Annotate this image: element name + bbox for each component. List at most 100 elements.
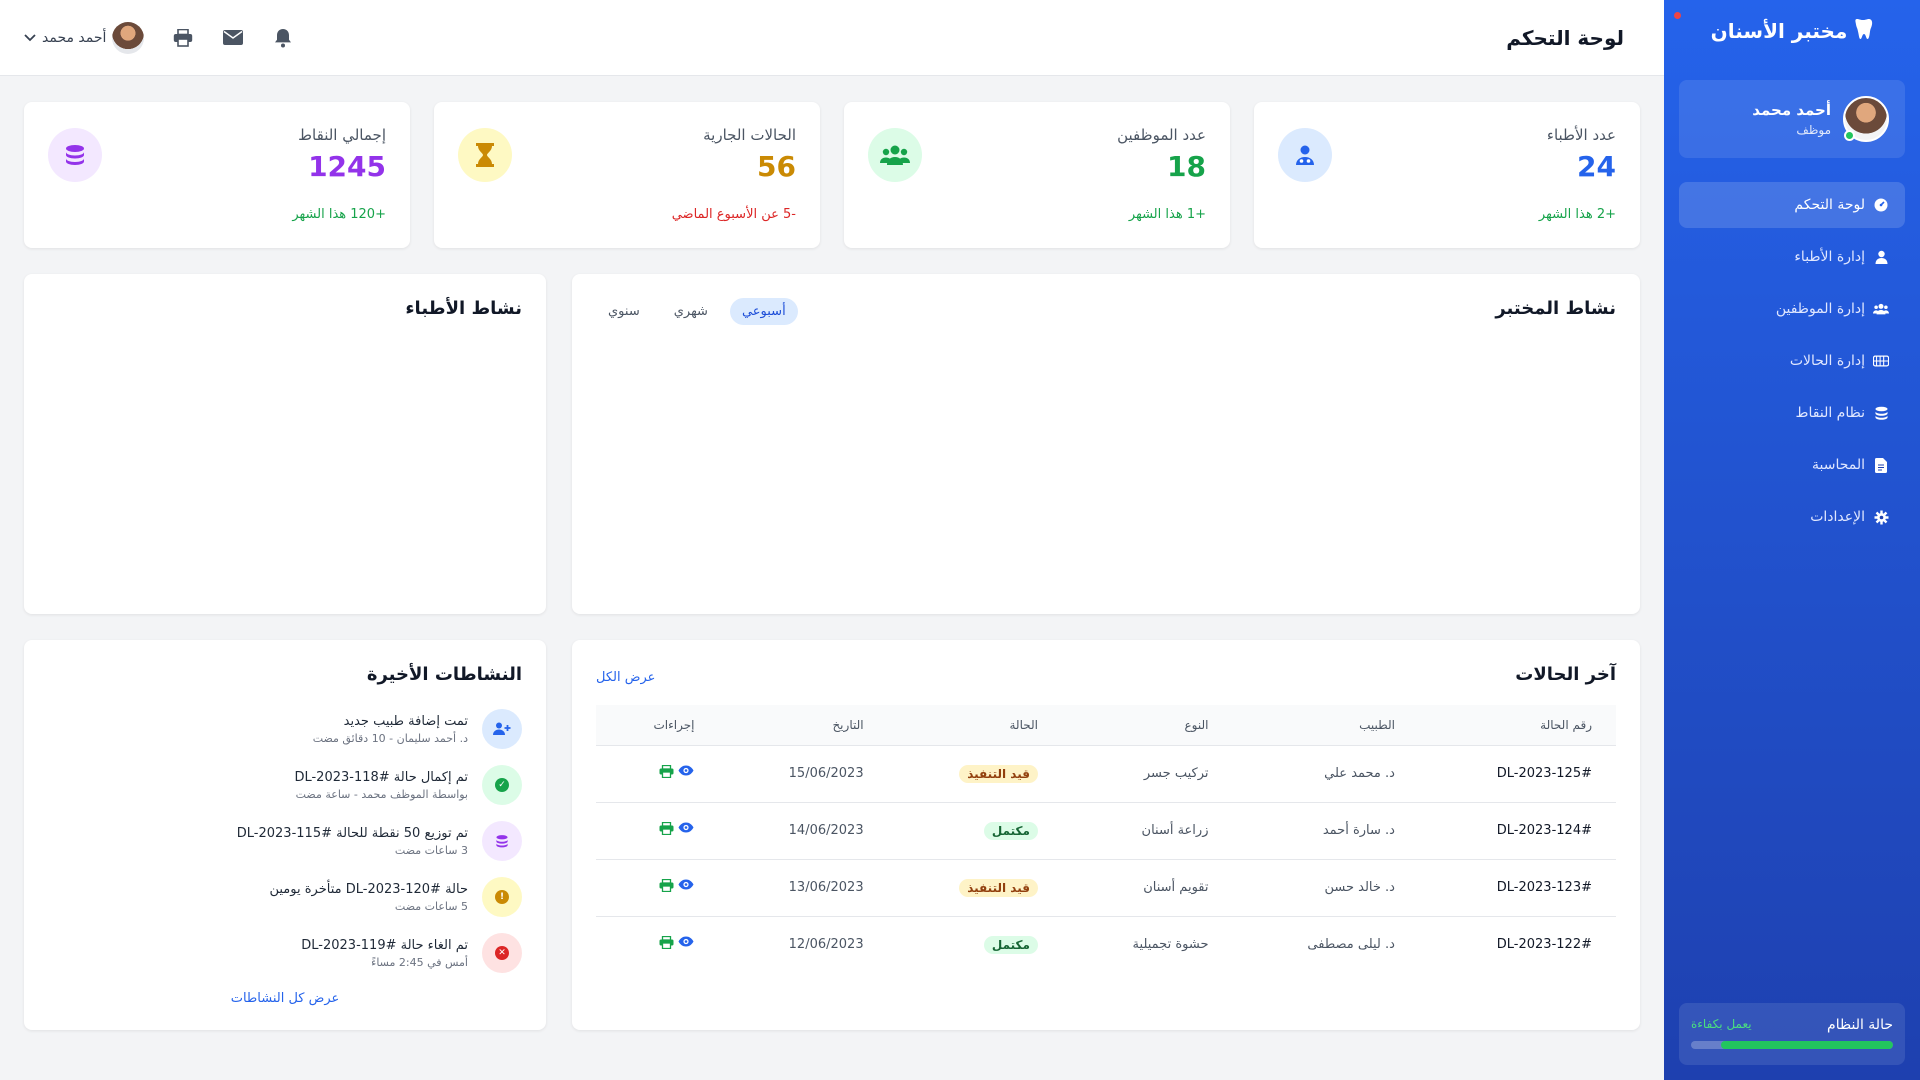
sidebar-item-settings[interactable]: الإعدادات (1679, 494, 1905, 540)
notification-dot (1674, 12, 1681, 19)
table-row[interactable]: #DL-2023-125 د. محمد علي تركيب جسر قيد التن… (596, 744, 1616, 802)
case-doctor: د. خالد حسن (1232, 858, 1419, 916)
case-type: تركيب جسر (1061, 744, 1233, 802)
avatar (1843, 96, 1889, 142)
case-doctor: د. محمد علي (1232, 744, 1419, 802)
recent-cases-panel: آخر الحالات عرض الكل رقم الحالة الطبيب ا… (572, 640, 1640, 1030)
column-header[interactable]: الحالة (887, 705, 1062, 745)
case-id[interactable]: #DL-2023-124 (1418, 801, 1616, 859)
list-item[interactable]: ✕ تم الغاء حالة #DL-2023-119 أمس في 2:45 م… (48, 925, 522, 981)
doctor-activity-panel: نشاط الأطباء (24, 274, 546, 614)
case-id[interactable]: #DL-2023-123 (1418, 858, 1616, 916)
table-row[interactable]: #DL-2023-124 د. سارة أحمد زراعة أسنان مكتمل… (596, 801, 1616, 859)
sidebar-item-label: إدارة الحالات (1789, 353, 1865, 369)
panel-title: آخر الحالات (1515, 664, 1616, 685)
sidebar-item-label: لوحة التحكم (1794, 197, 1865, 213)
case-date: 15/06/2023 (718, 744, 888, 802)
stat-delta: +1 هذا الشهر (1128, 207, 1206, 222)
list-item[interactable]: ! حالة #DL-2023-120 متأخرة يومين 5 ساعات م… (48, 869, 522, 925)
sidebar-item-staff[interactable]: إدارة الموظفين (1679, 286, 1905, 332)
tab-weekly[interactable]: أسبوعي (729, 298, 798, 325)
table-row[interactable]: #DL-2023-122 د. ليلى مصطفى حشوة تجميلية مكت… (596, 915, 1616, 973)
profile-name: أحمد محمد (1752, 101, 1831, 119)
status-badge: مكتمل (983, 821, 1038, 840)
sidebar-item-doctors[interactable]: إدارة الأطباء (1679, 234, 1905, 280)
view-icon[interactable] (678, 822, 694, 839)
print-icon[interactable] (172, 27, 194, 49)
system-status-fill (1721, 1041, 1893, 1049)
case-status-cell: قيد التنفيذ (887, 858, 1062, 916)
activity-subtitle: 5 ساعات مضت (394, 899, 468, 913)
case-type: حشوة تجميلية (1061, 915, 1233, 973)
case-date: 12/06/2023 (718, 915, 888, 973)
doctor-activity-chart-area (48, 319, 522, 569)
list-item[interactable]: ✓ تم إكمال حالة #DL-2023-118 بواسطة الموظف… (48, 757, 522, 813)
print-icon[interactable] (659, 878, 674, 896)
gear-icon (1873, 509, 1889, 525)
stat-card-ongoing[interactable]: الحالات الجارية 56 -5 عن الأسبوع الماضي (434, 102, 820, 248)
view-icon[interactable] (678, 879, 694, 896)
stat-card-staff[interactable]: عدد الموظفين 18 +1 هذا الشهر (844, 102, 1230, 248)
add-user-icon (482, 709, 522, 749)
list-item[interactable]: تم توزيع 50 نقطة للحالة #DL-2023-115 3 سا… (48, 813, 522, 869)
tooth-icon (1853, 18, 1873, 45)
profile-role: موظف (1796, 123, 1831, 137)
profile-card[interactable]: أحمد محمد موظف (1679, 80, 1905, 158)
activity-subtitle: أمس في 2:45 مساءً (371, 955, 468, 969)
view-all-activities-link[interactable]: عرض كل النشاطات (48, 991, 522, 1006)
case-actions (596, 858, 719, 916)
print-icon[interactable] (659, 764, 674, 782)
sidebar-item-cases[interactable]: إدارة الحالات (1679, 338, 1905, 384)
sidebar-item-dashboard[interactable]: لوحة التحكم (1679, 182, 1905, 228)
user-menu[interactable]: أحمد محمد (24, 21, 145, 54)
print-icon[interactable] (659, 821, 674, 839)
stat-card-doctors[interactable]: عدد الأطباء 24 +2 هذا الشهر (1254, 102, 1640, 248)
case-status-cell: مكتمل (887, 801, 1062, 859)
table-row[interactable]: #DL-2023-123 د. خالد حسن تقويم أسنان قيد ال… (596, 858, 1616, 916)
sidebar-item-label: إدارة الموظفين (1775, 301, 1865, 317)
column-header[interactable]: الطبيب (1232, 705, 1419, 745)
case-actions (596, 744, 719, 802)
mail-icon[interactable] (222, 27, 244, 49)
stat-card-points[interactable]: إجمالي النقاط 1245 +120 هذا الشهر (24, 102, 410, 248)
column-header[interactable]: النوع (1061, 705, 1233, 745)
users-icon (868, 128, 922, 182)
view-all-link[interactable]: عرض الكل (596, 670, 655, 685)
stat-delta: -5 عن الأسبوع الماضي (671, 207, 796, 222)
user-menu-name: أحمد محمد (42, 29, 107, 46)
sidebar-item-accounting[interactable]: المحاسبة (1679, 442, 1905, 488)
coins-icon (48, 128, 102, 182)
system-status-bar (1691, 1041, 1893, 1049)
case-type: تقويم أسنان (1061, 858, 1233, 916)
tab-yearly[interactable]: سنوي (596, 298, 652, 325)
sidebar-item-points[interactable]: نظام النقاط (1679, 390, 1905, 436)
view-icon[interactable] (678, 765, 694, 782)
case-id[interactable]: #DL-2023-122 (1418, 915, 1616, 973)
sidebar: مختبر الأسنان أحمد محمد موظف لوحة التحكم… (1664, 0, 1920, 1080)
period-tabs: أسبوعي شهري سنوي (596, 298, 798, 325)
dashboard-icon (1873, 197, 1889, 213)
case-doctor: د. ليلى مصطفى (1232, 915, 1419, 973)
activity-subtitle: د. أحمد سليمان - 10 دقائق مضت (312, 731, 468, 745)
column-header[interactable]: التاريخ (718, 705, 888, 745)
case-status-cell: قيد التنفيذ (887, 744, 1062, 802)
brand[interactable]: مختبر الأسنان (1664, 0, 1920, 62)
coins-icon (1873, 405, 1889, 421)
status-badge: قيد التنفيذ (959, 878, 1038, 897)
status-badge: مكتمل (983, 935, 1038, 954)
sidebar-item-label: المحاسبة (1811, 457, 1865, 473)
table-header-row: رقم الحالة الطبيب النوع الحالة التاريخ إ… (596, 705, 1616, 745)
activity-subtitle: بواسطة الموظف محمد - ساعة مضت (295, 787, 468, 801)
print-icon[interactable] (659, 936, 674, 953)
bell-icon[interactable] (272, 27, 294, 49)
tab-monthly[interactable]: شهري (662, 298, 720, 325)
column-header[interactable]: رقم الحالة (1418, 705, 1616, 745)
view-icon[interactable] (678, 936, 694, 953)
sidebar-nav: لوحة التحكم إدارة الأطباء إدارة الموظفين… (1664, 182, 1920, 540)
case-doctor: د. سارة أحمد (1232, 801, 1419, 859)
topbar: لوحة التحكم أحمد محمد (0, 0, 1664, 76)
list-item[interactable]: تمت إضافة طبيب جديد د. أحمد سليمان - 10 د… (48, 701, 522, 757)
status-badge: قيد التنفيذ (959, 764, 1038, 783)
case-status-cell: مكتمل (887, 915, 1062, 973)
case-id[interactable]: #DL-2023-125 (1418, 744, 1616, 802)
